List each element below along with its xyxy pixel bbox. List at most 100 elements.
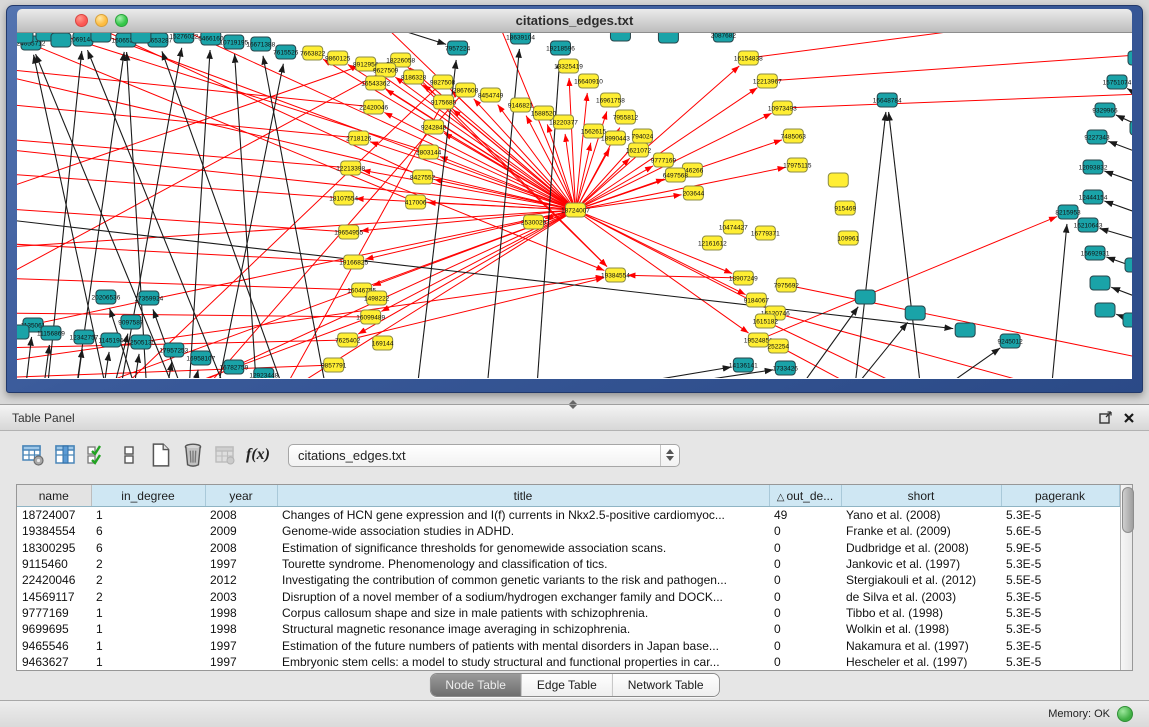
graph-node[interactable] bbox=[772, 101, 792, 115]
graph-node[interactable] bbox=[733, 358, 753, 372]
graph-node[interactable] bbox=[551, 41, 571, 55]
graph-node[interactable] bbox=[413, 170, 433, 184]
table-cell[interactable]: 5.3E-5 bbox=[1001, 621, 1119, 637]
close-panel-icon[interactable] bbox=[1121, 410, 1137, 426]
graph-node[interactable] bbox=[566, 203, 586, 217]
graph-node[interactable] bbox=[1083, 160, 1103, 174]
graph-node[interactable] bbox=[605, 268, 625, 282]
table-cell[interactable]: 49 bbox=[769, 507, 841, 524]
column-header-year[interactable]: year bbox=[205, 485, 277, 507]
table-selector-dropdown[interactable]: citations_edges.txt bbox=[288, 444, 680, 467]
column-header-pagerank[interactable]: pagerank bbox=[1001, 485, 1119, 507]
table-row[interactable]: 946362711997Embryonic stem cells: a mode… bbox=[17, 654, 1119, 670]
graph-node[interactable] bbox=[17, 33, 33, 43]
scrollbar-thumb[interactable] bbox=[1122, 487, 1134, 533]
graph-node[interactable] bbox=[746, 293, 766, 307]
graph-node[interactable] bbox=[191, 351, 211, 365]
table-row[interactable]: 946554611997Estimation of the future num… bbox=[17, 637, 1119, 653]
table-cell[interactable]: Yano et al. (2008) bbox=[841, 507, 1001, 524]
graph-node[interactable] bbox=[1130, 121, 1132, 135]
tab-network-table[interactable]: Network Table bbox=[612, 674, 719, 696]
table-row[interactable]: 969969511998Structural magnetic resonanc… bbox=[17, 621, 1119, 637]
table-cell[interactable]: Estimation of the future numbers of pati… bbox=[277, 637, 769, 653]
graph-node[interactable] bbox=[776, 278, 796, 292]
graph-node[interactable] bbox=[1000, 334, 1020, 348]
graph-node[interactable] bbox=[164, 343, 184, 357]
graph-node[interactable] bbox=[121, 315, 141, 329]
graph-node[interactable] bbox=[628, 143, 648, 157]
graph-node[interactable] bbox=[1085, 246, 1105, 260]
graph-node[interactable] bbox=[1078, 218, 1098, 232]
new-column-icon[interactable] bbox=[148, 442, 174, 468]
graph-node[interactable] bbox=[224, 360, 244, 374]
function-builder-icon[interactable]: f(x) bbox=[246, 446, 270, 464]
table-cell[interactable]: 6 bbox=[91, 523, 205, 539]
graph-node[interactable] bbox=[738, 51, 758, 65]
table-cell[interactable]: 9699695 bbox=[17, 621, 91, 637]
graph-node[interactable] bbox=[748, 333, 768, 347]
table-cell[interactable]: Changes of HCN gene expression and I(f) … bbox=[277, 507, 769, 524]
graph-node[interactable] bbox=[434, 95, 454, 109]
graph-node[interactable] bbox=[554, 115, 574, 129]
graph-node[interactable] bbox=[254, 368, 274, 378]
table-cell[interactable]: 2 bbox=[91, 588, 205, 604]
graph-node[interactable] bbox=[653, 153, 673, 167]
graph-node[interactable] bbox=[733, 271, 753, 285]
table-cell[interactable]: Investigating the contribution of common… bbox=[277, 572, 769, 588]
graph-node[interactable] bbox=[835, 201, 855, 215]
table-cell[interactable]: 0 bbox=[769, 654, 841, 670]
graph-node[interactable] bbox=[349, 131, 369, 145]
graph-node[interactable] bbox=[356, 57, 376, 71]
table-cell[interactable]: 0 bbox=[769, 588, 841, 604]
table-cell[interactable]: Genome-wide association studies in ADHD. bbox=[277, 523, 769, 539]
table-cell[interactable]: 5.3E-5 bbox=[1001, 556, 1119, 572]
graph-node[interactable] bbox=[406, 195, 426, 209]
table-cell[interactable]: Nakamura et al. (1997) bbox=[841, 637, 1001, 653]
graph-node[interactable] bbox=[1128, 51, 1132, 65]
table-cell[interactable]: 1998 bbox=[205, 621, 277, 637]
table-cell[interactable]: 0 bbox=[769, 572, 841, 588]
window-titlebar[interactable]: citations_edges.txt bbox=[17, 9, 1132, 33]
table-cell[interactable]: 1997 bbox=[205, 556, 277, 572]
graph-node[interactable] bbox=[755, 314, 775, 328]
table-cell[interactable]: 5.3E-5 bbox=[1001, 507, 1119, 524]
column-header-in-degree[interactable]: in_degree bbox=[91, 485, 205, 507]
select-columns-icon[interactable] bbox=[84, 442, 110, 468]
table-cell[interactable]: 0 bbox=[769, 637, 841, 653]
graph-node[interactable] bbox=[955, 323, 975, 337]
column-header-title[interactable]: title bbox=[277, 485, 769, 507]
table-cell[interactable]: 9463627 bbox=[17, 654, 91, 670]
table-cell[interactable]: 9115460 bbox=[17, 556, 91, 572]
graph-node[interactable] bbox=[1125, 258, 1132, 272]
table-cell[interactable]: 1997 bbox=[205, 637, 277, 653]
graph-node[interactable] bbox=[73, 33, 93, 46]
table-cell[interactable]: Tibbo et al. (1998) bbox=[841, 605, 1001, 621]
table-cell[interactable]: 9777169 bbox=[17, 605, 91, 621]
table-cell[interactable]: Jankovic et al. (1997) bbox=[841, 556, 1001, 572]
table-cell[interactable]: 2009 bbox=[205, 523, 277, 539]
graph-node[interactable] bbox=[131, 33, 151, 43]
graph-node[interactable] bbox=[367, 291, 387, 305]
graph-node[interactable] bbox=[605, 131, 625, 145]
graph-node[interactable] bbox=[101, 333, 121, 347]
graph-node[interactable] bbox=[768, 339, 788, 353]
graph-node[interactable] bbox=[1090, 276, 1110, 290]
table-cell[interactable]: 22420046 bbox=[17, 572, 91, 588]
table-cell[interactable]: 1998 bbox=[205, 605, 277, 621]
graph-node[interactable] bbox=[339, 225, 359, 239]
table-row[interactable]: 1872400712008Changes of HCN gene express… bbox=[17, 507, 1119, 524]
graph-node[interactable] bbox=[783, 129, 803, 143]
splitter-handle[interactable] bbox=[567, 400, 579, 409]
float-panel-icon[interactable] bbox=[1097, 410, 1113, 426]
table-cell[interactable]: 5.3E-5 bbox=[1001, 654, 1119, 670]
table-cell[interactable]: Stergiakouli et al. (2012) bbox=[841, 572, 1001, 588]
table-cell[interactable]: 1 bbox=[91, 637, 205, 653]
graph-node[interactable] bbox=[364, 100, 384, 114]
table-cell[interactable]: Embryonic stem cells: a model to study s… bbox=[277, 654, 769, 670]
graph-node[interactable] bbox=[702, 236, 722, 250]
graph-node[interactable] bbox=[251, 37, 271, 51]
graph-node[interactable] bbox=[534, 106, 554, 120]
graph-node[interactable] bbox=[615, 110, 635, 124]
table-row[interactable]: 1938455462009Genome-wide association stu… bbox=[17, 523, 1119, 539]
table-cell[interactable]: 9465546 bbox=[17, 637, 91, 653]
